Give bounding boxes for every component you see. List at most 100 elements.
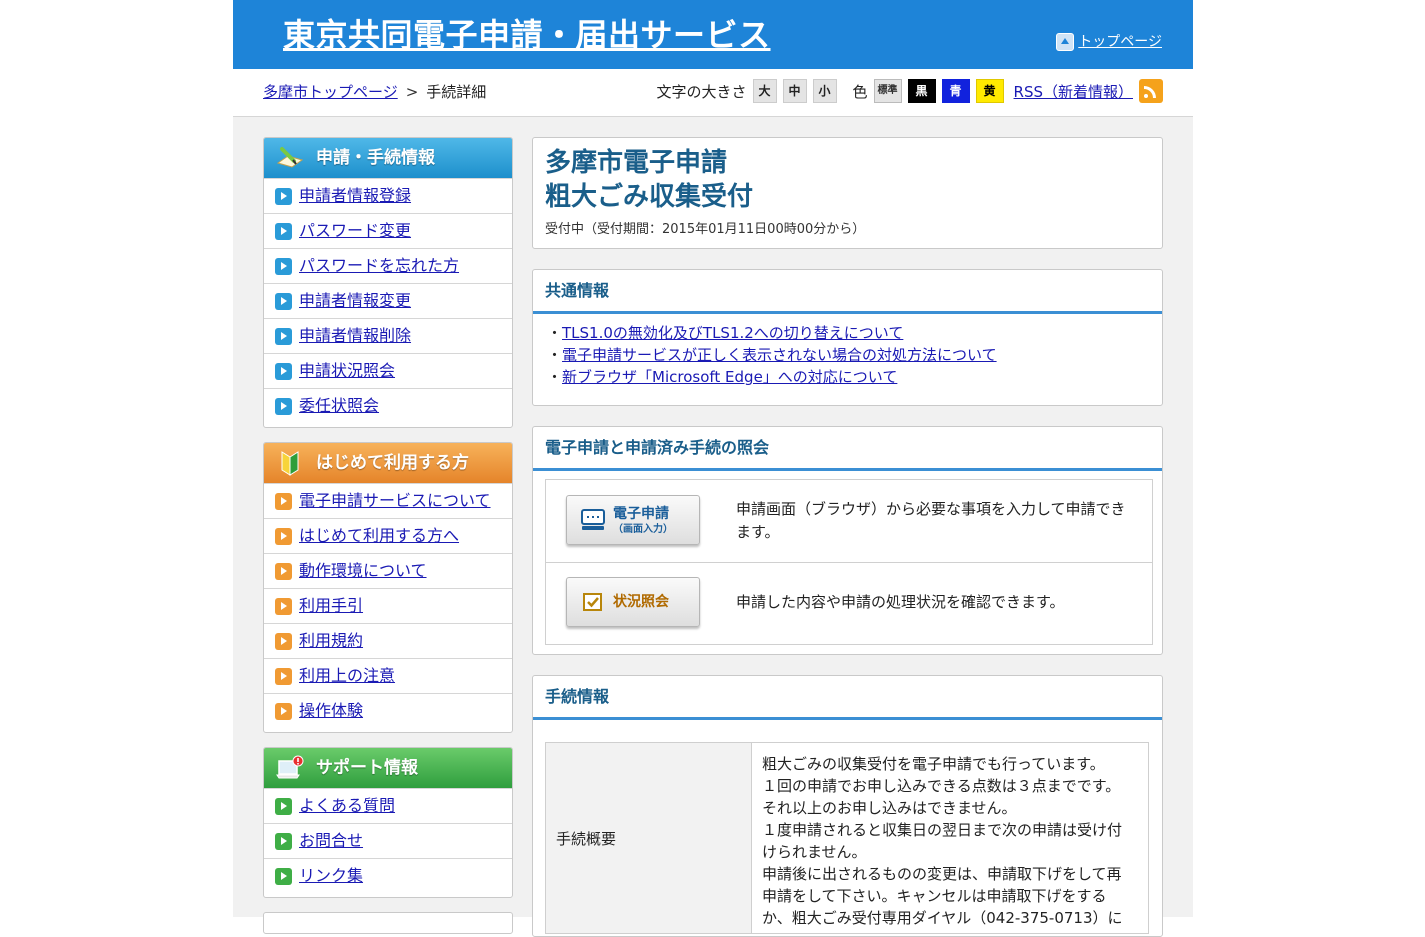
beginner-mark-icon: [281, 451, 299, 476]
sidebar-item-faq[interactable]: よくある質問: [264, 788, 512, 823]
summary-line: １度申請されると収集日の翌日まで次の申請は受け付: [762, 821, 1123, 839]
breadcrumb-home-link[interactable]: 多摩市トップページ: [263, 83, 398, 101]
sidebar-item-about-service[interactable]: 電子申請サービスについて: [264, 483, 512, 518]
sidebar-first-time-box: はじめて利用する方 電子申請サービスについて はじめて利用する方へ 動作環境につ…: [263, 442, 513, 733]
arrow-right-icon: [275, 493, 292, 510]
sidebar-item-label[interactable]: パスワードを忘れた方: [299, 256, 459, 275]
site-header: 東京共同電子申請・届出サービス トップページ: [233, 0, 1193, 69]
procedure-title-panel: 多摩市電子申請 粗大ごみ収集受付 受付中（受付期間：2015年01月11日00時…: [532, 137, 1163, 249]
sidebar-item-environment[interactable]: 動作環境について: [264, 553, 512, 588]
procedure-info-heading: 手続情報: [533, 676, 1162, 720]
arrow-right-icon: [275, 363, 292, 380]
status-row: 状況照会 申請した内容や申請の処理状況を確認できます。: [546, 562, 1152, 645]
sidebar-item-status-inquiry[interactable]: 申請状況照会: [264, 353, 512, 388]
apply-online-title: 電子申請: [613, 506, 669, 522]
arrow-right-icon: [275, 223, 292, 240]
sidebar-item-label[interactable]: 申請者情報登録: [299, 186, 411, 205]
sidebar-item-first-users[interactable]: はじめて利用する方へ: [264, 518, 512, 553]
font-size-small-button[interactable]: 小: [812, 79, 837, 103]
list-item: 電子申請サービスが正しく表示されない場合の対処方法について: [547, 344, 1162, 366]
sidebar-item-edit-info[interactable]: 申請者情報変更: [264, 283, 512, 318]
color-standard-button[interactable]: 標準: [873, 79, 902, 103]
apply-section-heading: 電子申請と申請済み手続の照会: [533, 427, 1162, 471]
color-blue-button[interactable]: 青: [941, 79, 970, 103]
apply-online-subtitle: （画面入力）: [613, 524, 673, 535]
status-inquiry-button[interactable]: 状況照会: [566, 577, 700, 627]
arrow-right-icon: [275, 563, 292, 580]
arrow-right-icon: [275, 798, 292, 815]
sidebar-item-label[interactable]: よくある質問: [299, 796, 395, 815]
sidebar-item-label[interactable]: 操作体験: [299, 701, 363, 720]
sidebar-item-label[interactable]: 利用規約: [299, 631, 363, 650]
sidebar-item-label[interactable]: 利用手引: [299, 596, 363, 615]
sidebar-item-forgot-password[interactable]: パスワードを忘れた方: [264, 248, 512, 283]
procedure-title-line2: 粗大ごみ収集受付: [545, 182, 754, 212]
font-size-medium-button[interactable]: 中: [782, 79, 807, 103]
arrow-right-icon: [275, 528, 292, 545]
sidebar-item-delete-info[interactable]: 申請者情報削除: [264, 318, 512, 353]
laptop-alert-icon: [276, 755, 304, 779]
notice-link-tls[interactable]: TLS1.0の無効化及びTLS1.2への切り替えについて: [562, 324, 903, 342]
summary-line: １回の申請でお申し込みできる点数は３点までです。: [762, 777, 1121, 795]
list-item: 新ブラウザ「Microsoft Edge」への対応について: [547, 366, 1162, 388]
apply-section-panel: 電子申請と申請済み手続の照会 電子申請 （画面入力） 申請画面（ブラウザ）から必…: [532, 426, 1163, 655]
font-size-large-button[interactable]: 大: [752, 79, 777, 103]
sidebar-item-register[interactable]: 申請者情報登録: [264, 178, 512, 213]
sidebar-item-label[interactable]: 利用上の注意: [299, 666, 395, 685]
color-yellow-button[interactable]: 黄: [975, 79, 1004, 103]
sidebar-item-proxy-inquiry[interactable]: 委任状照会: [264, 388, 512, 423]
sidebar-application-title: 申請・手続情報: [316, 148, 435, 168]
font-size-label: 文字の大きさ: [656, 82, 747, 101]
utility-bar: 多摩市トップページ > 手続詳細 文字の大きさ 大 中 小 色 標準 黒 青 黄 R…: [233, 69, 1193, 117]
color-label: 色: [852, 82, 868, 101]
sidebar-item-guide[interactable]: 利用手引: [264, 588, 512, 623]
sidebar-item-label[interactable]: 申請状況照会: [299, 361, 395, 380]
arrow-right-icon: [275, 293, 292, 310]
sidebar-item-label[interactable]: 動作環境について: [299, 561, 427, 580]
notice-link-display[interactable]: 電子申請サービスが正しく表示されない場合の対処方法について: [562, 346, 997, 364]
top-page-link[interactable]: トップページ: [1056, 31, 1162, 51]
rss-icon[interactable]: [1139, 79, 1163, 103]
sidebar-item-label[interactable]: 委任状照会: [299, 396, 379, 415]
sidebar-item-password-change[interactable]: パスワード変更: [264, 213, 512, 248]
sidebar-item-notes[interactable]: 利用上の注意: [264, 658, 512, 693]
site-title[interactable]: 東京共同電子申請・届出サービス: [283, 10, 771, 56]
computer-icon: [581, 509, 605, 530]
sidebar-item-label[interactable]: 電子申請サービスについて: [299, 491, 491, 510]
sidebar-item-label[interactable]: パスワード変更: [299, 221, 411, 240]
apply-row: 電子申請 （画面入力） 申請画面（ブラウザ）から必要な事項を入力して申請できます…: [546, 480, 1152, 562]
arrow-right-icon: [275, 328, 292, 345]
apply-online-description: 申請画面（ブラウザ）から必要な事項を入力して申請できます。: [736, 500, 1126, 541]
arrow-right-icon: [275, 258, 292, 275]
status-inquiry-description: 申請した内容や申請の処理状況を確認できます。: [736, 593, 1065, 611]
sidebar-item-label[interactable]: 申請者情報削除: [299, 326, 411, 345]
common-info-heading: 共通情報: [533, 270, 1162, 314]
sidebar-item-label[interactable]: リンク集: [299, 866, 363, 885]
sidebar-item-trial[interactable]: 操作体験: [264, 693, 512, 728]
color-black-button[interactable]: 黒: [907, 79, 936, 103]
apply-online-button[interactable]: 電子申請 （画面入力）: [566, 495, 700, 545]
procedure-info-table: 手続概要 粗大ごみの収集受付を電子申請でも行っています。 １回の申請でお申し込み…: [545, 742, 1149, 934]
procedure-title-line1: 多摩市電子申請: [545, 148, 728, 178]
rss-link[interactable]: RSS（新着情報）: [1014, 81, 1133, 102]
procedure-title: 多摩市電子申請 粗大ごみ収集受付: [545, 146, 753, 214]
sidebar-item-contact[interactable]: お問合せ: [264, 823, 512, 858]
common-info-list: TLS1.0の無効化及びTLS1.2への切り替えについて 電子申請サービスが正し…: [533, 314, 1162, 388]
arrow-right-icon: [275, 188, 292, 205]
sidebar-item-label[interactable]: 申請者情報変更: [299, 291, 411, 310]
checkbox-icon: [583, 593, 602, 611]
arrow-right-icon: [275, 868, 292, 885]
sidebar-application-heading: 申請・手続情報: [264, 138, 512, 178]
sidebar-item-label[interactable]: お問合せ: [299, 831, 363, 850]
sidebar-item-terms[interactable]: 利用規約: [264, 623, 512, 658]
page-wrapper: 東京共同電子申請・届出サービス トップページ 多摩市トップページ > 手続詳細 文字…: [233, 0, 1193, 937]
breadcrumb-current: 手続詳細: [426, 83, 487, 101]
sidebar-item-label[interactable]: はじめて利用する方へ: [299, 526, 459, 545]
sidebar-support-heading: サポート情報: [264, 748, 512, 788]
up-arrow-icon: [1056, 33, 1075, 51]
top-page-link-text[interactable]: トップページ: [1078, 34, 1162, 50]
apply-options: 電子申請 （画面入力） 申請画面（ブラウザ）から必要な事項を入力して申請できます…: [545, 479, 1153, 645]
breadcrumb-separator: >: [405, 83, 419, 101]
notice-link-edge[interactable]: 新ブラウザ「Microsoft Edge」への対応について: [562, 368, 897, 386]
sidebar-item-links[interactable]: リンク集: [264, 858, 512, 893]
